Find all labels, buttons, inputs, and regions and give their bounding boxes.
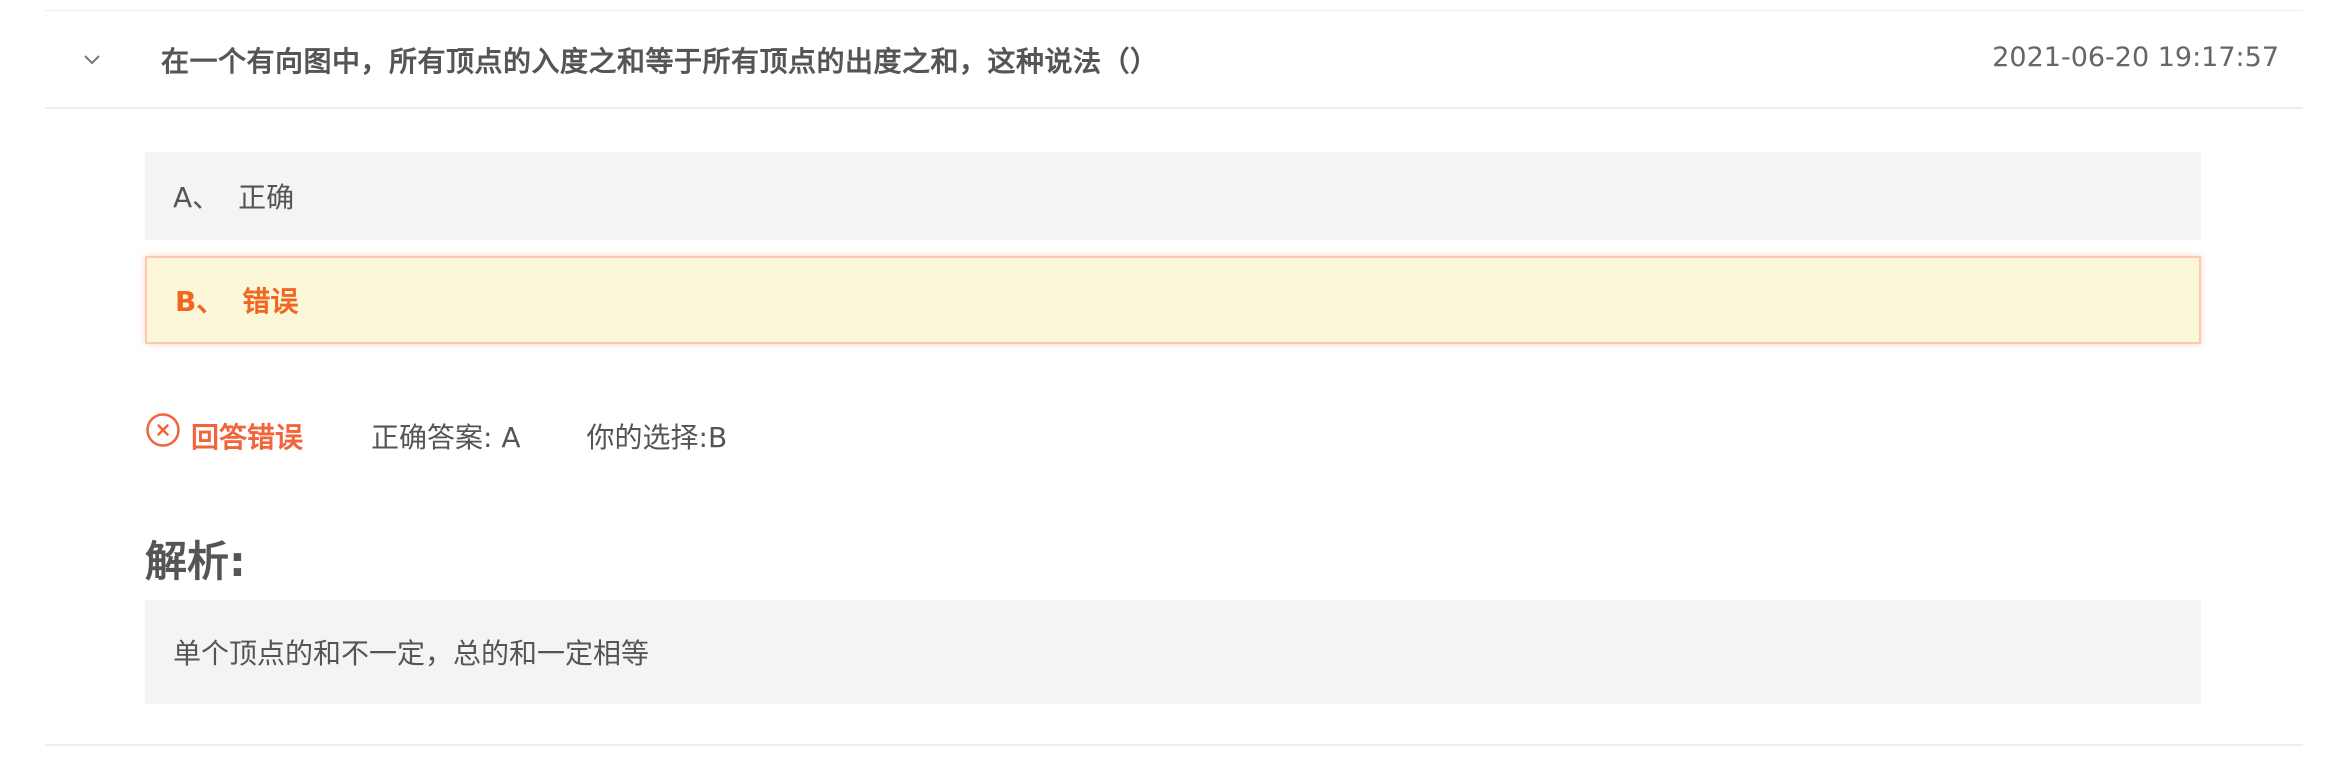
analysis-text: 单个顶点的和不一定，总的和一定相等: [173, 637, 650, 670]
correct-answer-text: 正确答案: A: [371, 421, 521, 454]
analysis-title: 解析:: [145, 537, 246, 586]
option-a[interactable]: A、 正确: [145, 152, 2201, 240]
analysis-content: 单个顶点的和不一定，总的和一定相等: [145, 600, 2201, 704]
question-card: 在一个有向图中，所有顶点的入度之和等于所有顶点的出度之和，这种说法（） 2021…: [45, 0, 2303, 758]
option-b[interactable]: B、 错误: [145, 256, 2201, 344]
answer-result-row: 回答错误 正确答案: A 你的选择:B: [145, 410, 727, 462]
question-text: 在一个有向图中，所有顶点的入度之和等于所有顶点的出度之和，这种说法（）: [161, 45, 1159, 78]
answer-status-text: 回答错误: [191, 421, 304, 454]
x-circle-icon: [145, 412, 181, 448]
option-b-text: 错误: [242, 285, 299, 318]
chevron-down-icon[interactable]: [81, 49, 103, 71]
bottom-divider: [45, 744, 2303, 746]
option-a-label: A、: [173, 181, 221, 214]
option-b-label: B、: [175, 285, 225, 318]
question-header-row[interactable]: 在一个有向图中，所有顶点的入度之和等于所有顶点的出度之和，这种说法（） 2021…: [45, 11, 2303, 109]
option-a-text: 正确: [238, 181, 295, 214]
your-choice-text: 你的选择:B: [586, 421, 728, 454]
question-timestamp: 2021-06-20 19:17:57: [1992, 42, 2279, 73]
